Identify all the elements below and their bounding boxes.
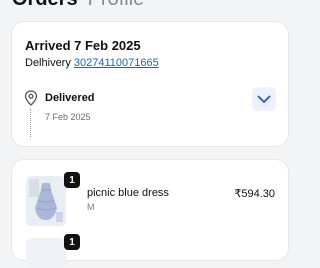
delivery-date: 7 Feb 2025 xyxy=(45,112,91,122)
carrier-row: Delhivery 30274110071665 xyxy=(25,57,159,69)
product-thumbnail[interactable] xyxy=(26,176,66,226)
map-pin-icon xyxy=(24,90,38,106)
expand-status-button[interactable] xyxy=(252,87,276,111)
product-thumbnail[interactable] xyxy=(26,238,66,268)
chevron-down-icon xyxy=(257,95,271,103)
arrival-heading: Arrived 7 Feb 2025 xyxy=(25,38,141,53)
tracking-number-link[interactable]: 30274110071665 xyxy=(74,57,159,69)
item-name[interactable]: picnic blue dress xyxy=(87,187,169,199)
tab-orders[interactable]: Orders xyxy=(12,0,78,10)
item-price: ₹594.30 xyxy=(234,188,275,200)
quantity-badge: 1 xyxy=(64,234,80,250)
item-size: M xyxy=(87,202,95,212)
shipment-status-card: Arrived 7 Feb 2025 Delhivery 30274110071… xyxy=(12,22,288,146)
top-tabs: Orders Profile xyxy=(12,0,144,10)
order-items-card: 1 picnic blue dress M ₹594.30 1 xyxy=(12,160,288,268)
dress-image xyxy=(26,176,66,226)
tab-profile[interactable]: Profile xyxy=(88,0,145,10)
carrier-name: Delhivery xyxy=(25,57,71,69)
timeline-line xyxy=(30,109,31,137)
quantity-badge: 1 xyxy=(64,172,80,188)
delivery-status: Delivered xyxy=(45,92,95,104)
